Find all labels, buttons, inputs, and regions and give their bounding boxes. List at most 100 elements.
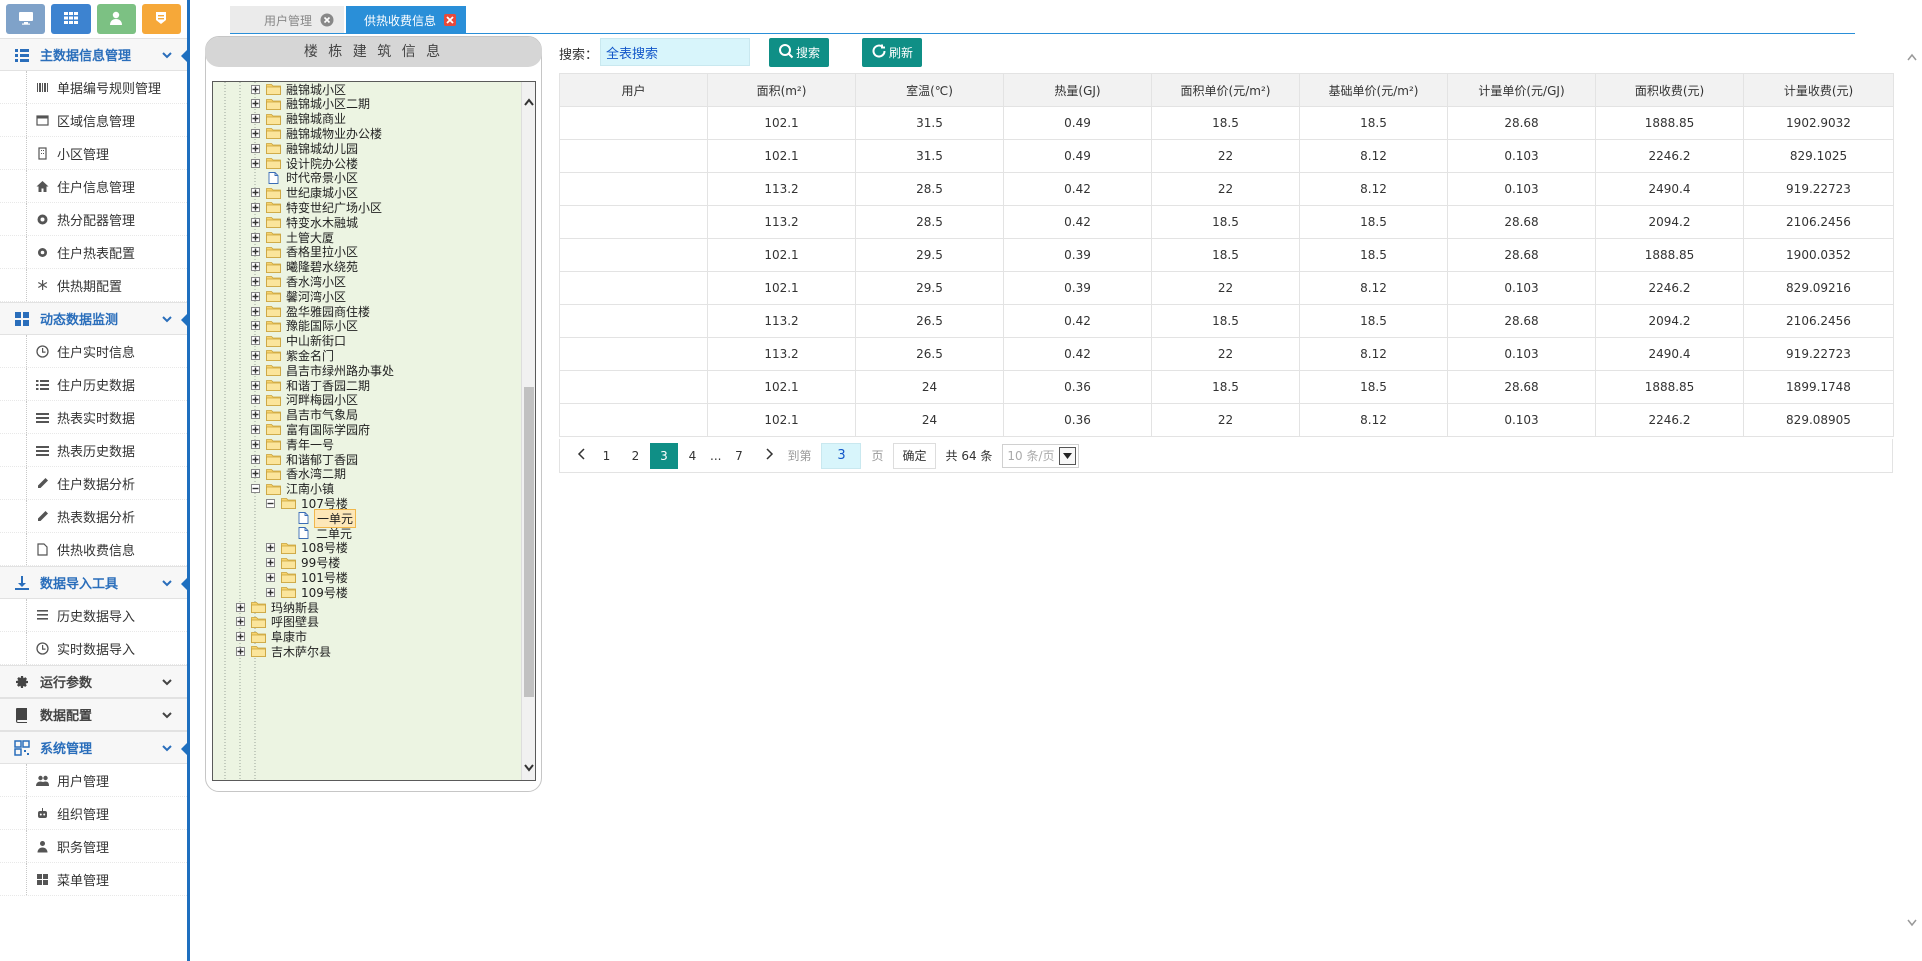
- collapse-icon[interactable]: [251, 484, 260, 494]
- expand-icon[interactable]: [251, 217, 260, 227]
- scroll-down-icon[interactable]: [1907, 916, 1917, 930]
- sidebar-item-2-1[interactable]: 实时数据导入: [0, 632, 187, 665]
- page-button-1[interactable]: 1: [592, 443, 621, 469]
- table-row[interactable]: 102.1 29.5 0.39 22 8.12 0.103 2246.2 829.09216: [559, 271, 1894, 305]
- confirm-goto-button[interactable]: 确定: [893, 442, 936, 469]
- expand-icon[interactable]: [251, 158, 260, 168]
- chevron-down-icon[interactable]: [1058, 446, 1076, 465]
- column-header[interactable]: 基础单价(元/m²): [1299, 73, 1448, 107]
- expand-icon[interactable]: [251, 454, 260, 464]
- expand-icon[interactable]: [251, 395, 260, 405]
- sidebar-item-1-4[interactable]: 住户数据分析: [0, 467, 187, 500]
- sidebar-item-5-3[interactable]: 菜单管理: [0, 863, 187, 896]
- column-header[interactable]: 面积收费(元): [1595, 73, 1744, 107]
- expand-icon[interactable]: [236, 632, 245, 642]
- sidebar-item-1-0[interactable]: 住户实时信息: [0, 335, 187, 368]
- expand-icon[interactable]: [251, 128, 260, 138]
- user-button[interactable]: [96, 4, 136, 34]
- refresh-button[interactable]: 刷新: [862, 38, 922, 67]
- table-row[interactable]: 102.1 31.5 0.49 18.5 18.5 28.68 1888.85 1902.90…: [559, 106, 1894, 140]
- close-tab-icon[interactable]: [320, 13, 334, 27]
- expand-icon[interactable]: [251, 262, 260, 272]
- sidebar-item-1-5[interactable]: 热表数据分析: [0, 500, 187, 533]
- sidebar-group-1[interactable]: 动态数据监测: [0, 302, 190, 335]
- sidebar-item-0-1[interactable]: 区域信息管理: [0, 104, 187, 137]
- page-button-last[interactable]: 7: [724, 443, 753, 469]
- expand-icon[interactable]: [251, 336, 260, 346]
- goto-page-input[interactable]: [821, 442, 862, 469]
- expand-icon[interactable]: [251, 306, 260, 316]
- scroll-up-icon[interactable]: [522, 94, 535, 110]
- table-row[interactable]: 113.2 26.5 0.42 22 8.12 0.103 2490.4 919.22723: [559, 337, 1894, 371]
- table-row[interactable]: 102.1 24 0.36 22 8.12 0.103 2246.2 829.08905: [559, 403, 1894, 437]
- grid-button[interactable]: [51, 4, 91, 34]
- expand-icon[interactable]: [251, 276, 260, 286]
- tree-scrollbar[interactable]: [521, 82, 535, 780]
- tab-heating-fee-info[interactable]: 供热收费信息: [346, 6, 467, 34]
- sidebar-item-0-0[interactable]: 单据编号规则管理: [0, 71, 187, 104]
- table-row[interactable]: 113.2 28.5 0.42 22 8.12 0.103 2490.4 919.22723: [559, 172, 1894, 206]
- sidebar-item-5-2[interactable]: 职务管理: [0, 830, 187, 863]
- sidebar-group-4[interactable]: 数据配置: [0, 698, 187, 731]
- sidebar-item-0-3[interactable]: 住户信息管理: [0, 170, 187, 203]
- expand-icon[interactable]: [251, 99, 260, 109]
- table-row[interactable]: 113.2 28.5 0.42 18.5 18.5 28.68 2094.2 2106.245…: [559, 205, 1894, 239]
- column-header[interactable]: 计量单价(元/GJ): [1447, 73, 1596, 107]
- expand-icon[interactable]: [251, 114, 260, 124]
- column-header[interactable]: 用户: [559, 73, 708, 107]
- expand-icon[interactable]: [236, 617, 245, 627]
- sidebar-item-0-4[interactable]: 热分配器管理: [0, 203, 187, 236]
- collapse-icon[interactable]: [266, 498, 275, 508]
- table-row[interactable]: 102.1 31.5 0.49 22 8.12 0.103 2246.2 829.1025: [559, 139, 1894, 173]
- page-button-3[interactable]: 3: [650, 442, 678, 469]
- sidebar-group-5[interactable]: 系统管理: [0, 731, 190, 764]
- expand-icon[interactable]: [266, 558, 275, 568]
- sidebar-item-0-2[interactable]: 小区管理: [0, 137, 187, 170]
- sidebar-item-2-0[interactable]: 历史数据导入: [0, 599, 187, 632]
- column-header[interactable]: 室温(℃): [855, 73, 1004, 107]
- table-row[interactable]: 102.1 29.5 0.39 18.5 18.5 28.68 1888.85 1900.03…: [559, 238, 1894, 272]
- expand-icon[interactable]: [266, 572, 275, 582]
- sidebar-item-1-3[interactable]: 热表历史数据: [0, 434, 187, 467]
- expand-icon[interactable]: [251, 365, 260, 375]
- expand-icon[interactable]: [236, 646, 245, 656]
- sidebar-group-2[interactable]: 数据导入工具: [0, 566, 190, 599]
- expand-icon[interactable]: [251, 143, 260, 153]
- sidebar-group-3[interactable]: 运行参数: [0, 665, 187, 698]
- sidebar-item-0-5[interactable]: 住户热表配置: [0, 236, 187, 269]
- column-header[interactable]: 面积单价(元/m²): [1151, 73, 1300, 107]
- expand-icon[interactable]: [251, 291, 260, 301]
- expand-icon[interactable]: [251, 84, 260, 94]
- expand-icon[interactable]: [251, 469, 260, 479]
- table-row[interactable]: 113.2 26.5 0.42 18.5 18.5 28.68 2094.2 2106.245…: [559, 304, 1894, 338]
- scroll-up-icon[interactable]: [1907, 50, 1917, 64]
- expand-icon[interactable]: [251, 232, 260, 242]
- prev-page-button[interactable]: [570, 445, 592, 467]
- search-button[interactable]: 搜索: [769, 38, 829, 67]
- sidebar-item-0-6[interactable]: 供热期配置: [0, 269, 187, 302]
- column-header[interactable]: 面积(m²): [707, 73, 856, 107]
- scroll-thumb[interactable]: [524, 387, 534, 697]
- expand-icon[interactable]: [266, 543, 275, 553]
- expand-icon[interactable]: [251, 439, 260, 449]
- expand-icon[interactable]: [251, 202, 260, 212]
- expand-icon[interactable]: [266, 587, 275, 597]
- expand-icon[interactable]: [251, 410, 260, 420]
- page-size-select[interactable]: 10 条/页: [1002, 443, 1079, 468]
- table-row[interactable]: 102.1 24 0.36 18.5 18.5 28.68 1888.85 1899.1748: [559, 370, 1894, 404]
- expand-icon[interactable]: [251, 321, 260, 331]
- sidebar-item-1-2[interactable]: 热表实时数据: [0, 401, 187, 434]
- column-header[interactable]: 计量收费(元): [1743, 73, 1894, 107]
- sidebar-item-1-6[interactable]: 供热收费信息: [0, 533, 187, 566]
- page-scrollbar[interactable]: [1902, 40, 1922, 930]
- page-button-2[interactable]: 2: [621, 443, 650, 469]
- tree-node[interactable]: 吉木萨尔县: [236, 642, 333, 660]
- next-page-button[interactable]: [759, 445, 781, 467]
- scroll-down-icon[interactable]: [522, 760, 535, 776]
- sidebar-item-5-1[interactable]: 组织管理: [0, 797, 187, 830]
- expand-icon[interactable]: [251, 350, 260, 360]
- sidebar-item-5-0[interactable]: 用户管理: [0, 764, 187, 797]
- badge-button[interactable]: [141, 4, 181, 34]
- expand-icon[interactable]: [251, 188, 260, 198]
- expand-icon[interactable]: [251, 247, 260, 257]
